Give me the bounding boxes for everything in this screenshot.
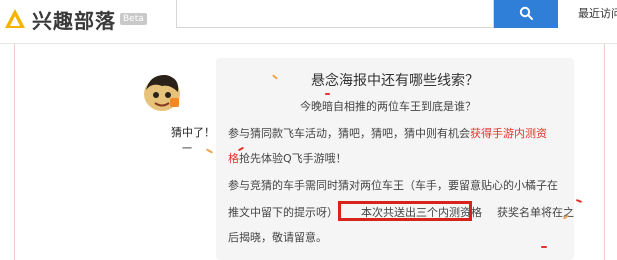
post-line-1: 参与猜同款飞车活动，猜吧，猜吧，猜中则有机会获得手游内测资 — [228, 125, 547, 141]
confetti-stroke — [541, 246, 547, 248]
line4-text: 推文中留下的提示呀） — [228, 206, 338, 219]
line1-text: 参与猜同款飞车活动，猜吧，猜吧，猜中则有机会 — [228, 127, 470, 140]
search-icon — [519, 5, 533, 24]
confetti-stroke — [325, 93, 330, 95]
post-question: 今晚暗自相推的两位车王到底是谁？ — [300, 100, 476, 113]
logo-icon — [4, 8, 26, 30]
confetti-stroke — [205, 148, 214, 154]
confetti-stroke — [575, 199, 583, 203]
side-label: 猜中了！ — [171, 126, 215, 139]
site-logo[interactable]: 兴趣部落 Beta — [4, 5, 147, 33]
post-line-2: 格抢先体验Q飞手游哦！ — [228, 150, 347, 166]
post-line-3: 参与竞猜的车手需同时猜对两位车王（车手，要留意贴心的小橘子在 — [228, 179, 558, 192]
recent-visits-link[interactable]: 最近访问 — [578, 5, 617, 21]
confetti-stroke — [268, 132, 273, 134]
side-label-dash: 一 — [182, 144, 192, 155]
line1-highlight: 获得手游内测资 — [470, 127, 547, 140]
post-title: 悬念海报中还有哪些线索？ — [311, 73, 479, 89]
top-header: 兴趣部落 Beta 最近访问 — [0, 0, 617, 44]
left-border — [14, 44, 15, 260]
line2-text: 抢先体验Q飞手游哦！ — [239, 152, 347, 165]
line2-highlight: 格 — [228, 152, 239, 165]
search-button[interactable] — [494, 0, 558, 28]
highlight-frame — [338, 201, 472, 221]
beta-badge: Beta — [120, 13, 147, 25]
right-border — [604, 44, 605, 260]
search-input[interactable] — [176, 0, 494, 28]
logo-text: 兴趣部落 — [32, 8, 116, 33]
post-line-5: 后揭晓，敬请留意。 — [228, 231, 327, 244]
avatar[interactable] — [140, 70, 184, 114]
